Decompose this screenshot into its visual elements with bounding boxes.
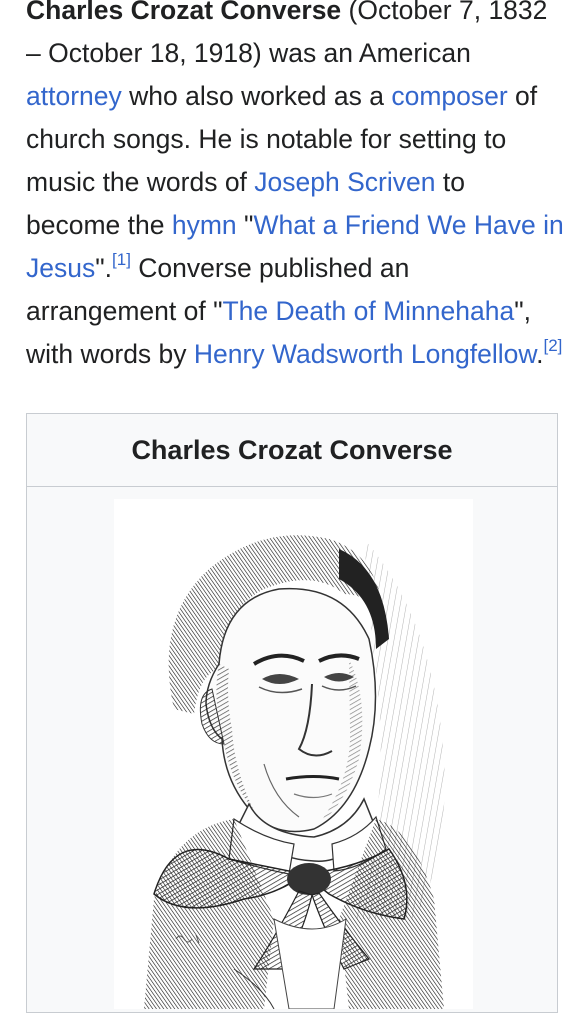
infobox-title: Charles Crozat Converse	[27, 414, 557, 487]
link-joseph-scriven[interactable]: Joseph Scriven	[254, 167, 435, 197]
portrait-image[interactable]	[114, 499, 473, 1009]
lead-paragraph: Charles Crozat Converse (October 7, 1832…	[26, 0, 566, 376]
lead-text: "	[236, 210, 254, 240]
lead-text: ".	[95, 253, 113, 283]
reference-1: [1]	[112, 250, 131, 269]
link-attorney[interactable]: attorney	[26, 81, 122, 111]
article-lead: Charles Crozat Converse (October 7, 1832…	[26, 0, 566, 376]
link-composer[interactable]: composer	[391, 81, 507, 111]
subject-name: Charles Crozat Converse	[26, 0, 342, 25]
link-death-of-minnehaha[interactable]: The Death of Minnehaha	[223, 296, 515, 326]
lead-text: who also worked as a	[121, 81, 392, 111]
reference-link-1[interactable]: [1]	[112, 250, 131, 269]
portrait-engraving	[114, 499, 473, 1009]
reference-link-2[interactable]: [2]	[543, 336, 562, 355]
link-hymn[interactable]: hymn	[172, 210, 237, 240]
reference-2: [2]	[543, 336, 562, 355]
link-longfellow[interactable]: Henry Wadsworth Longfellow	[194, 339, 536, 369]
infobox: Charles Crozat Converse	[26, 413, 558, 1013]
